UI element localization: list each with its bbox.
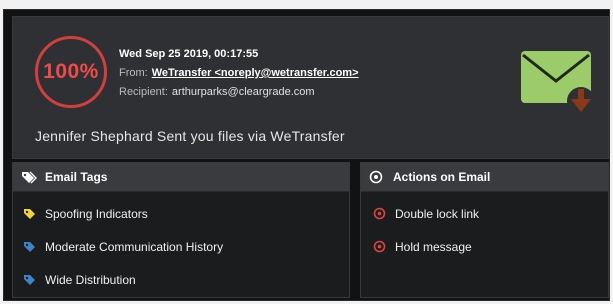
from-label: From: [119, 67, 148, 79]
action-item-double-lock-link[interactable]: Double lock link [361, 197, 608, 230]
email-actions-panel: Actions on Email Double lock link Hold m… [360, 162, 609, 298]
email-actions-title: Actions on Email [393, 170, 491, 184]
from-address-link[interactable]: WeTransfer <noreply@wetransfer.com> [152, 67, 359, 79]
target-icon [373, 207, 387, 220]
tag-icon [23, 241, 37, 253]
email-analysis-card: 100% Wed Sep 25 2019, 00:17:55 From: WeTr… [3, 9, 610, 301]
risk-score-value: 100% [43, 60, 99, 83]
target-icon [369, 170, 385, 184]
risk-score-ring: 100% [35, 36, 107, 108]
email-tags-header: Email Tags [13, 163, 349, 192]
envelope-download-icon [521, 51, 595, 115]
tag-label: Moderate Communication History [45, 239, 224, 254]
tag-label: Spoofing Indicators [45, 206, 148, 221]
action-label: Double lock link [395, 206, 480, 221]
email-tags-panel: Email Tags Spoofing Indicators Moderate … [12, 162, 350, 298]
tag-icon [23, 274, 37, 286]
email-summary-header: 100% Wed Sep 25 2019, 00:17:55 From: WeTr… [12, 16, 609, 159]
action-label: Hold message [395, 239, 472, 254]
tag-icon [23, 208, 37, 220]
email-date: Wed Sep 25 2019, 00:17:55 [119, 48, 259, 60]
tags-icon [21, 170, 37, 184]
recipient-address: arthurparks@cleargrade.com [171, 86, 315, 98]
email-recipient-row: Recipient: arthurparks@cleargrade.com [119, 83, 359, 102]
tag-label: Wide Distribution [45, 272, 136, 287]
tag-item[interactable]: Moderate Communication History [13, 230, 349, 263]
email-metadata: Wed Sep 25 2019, 00:17:55 From: WeTransfe… [119, 45, 359, 102]
tag-item[interactable]: Wide Distribution [13, 263, 349, 296]
tag-item[interactable]: Spoofing Indicators [13, 197, 349, 230]
email-actions-header: Actions on Email [361, 163, 608, 192]
email-subject: Jennifer Shephard Sent you files via WeT… [35, 128, 345, 144]
action-item-hold-message[interactable]: Hold message [361, 230, 608, 263]
target-icon [373, 240, 387, 253]
recipient-label: Recipient: [119, 86, 168, 98]
email-tags-title: Email Tags [45, 170, 108, 184]
email-from-row: From: WeTransfer <noreply@wetransfer.com> [119, 64, 359, 83]
